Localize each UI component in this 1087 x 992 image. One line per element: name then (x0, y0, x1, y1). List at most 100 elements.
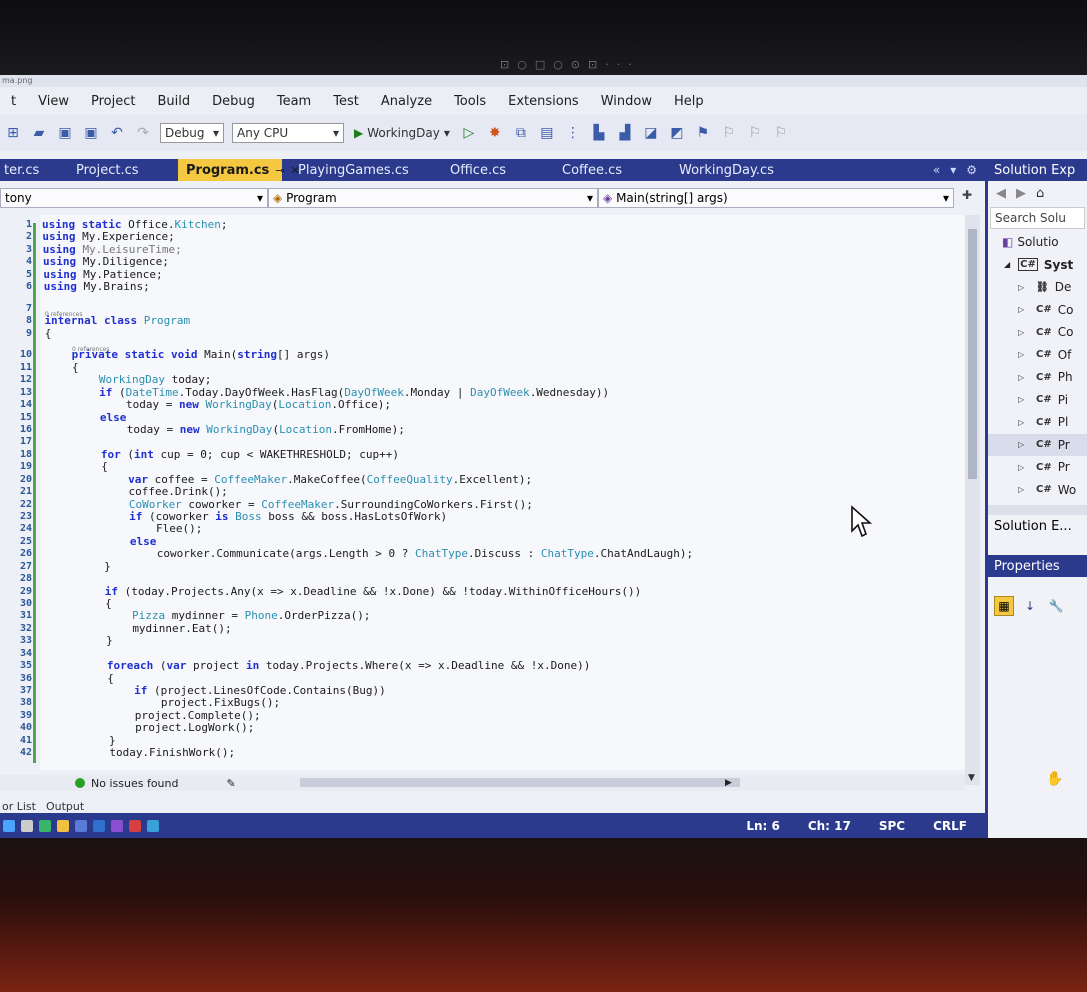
back-icon[interactable]: ◀ (996, 186, 1006, 201)
editor-vertical-scrollbar[interactable]: ▼ (965, 215, 980, 785)
tab-office[interactable]: Office.cs (434, 159, 546, 181)
search-icon[interactable] (21, 819, 33, 832)
forward-icon[interactable]: ▶ (1016, 186, 1026, 201)
line-number-status[interactable]: Ln: 6 (746, 819, 780, 833)
code-line[interactable]: if (DateTime.Today.DayOfWeek.HasFlag(Day… (46, 386, 609, 399)
code-line[interactable]: } (53, 634, 113, 647)
home-icon[interactable]: ⌂ (1036, 186, 1044, 201)
code-line[interactable]: if (today.Projects.Any(x => x.Deadline &… (52, 585, 641, 598)
code-line[interactable]: { (54, 672, 114, 685)
mail-icon[interactable] (93, 819, 105, 832)
collapsed-triangle-icon[interactable]: ▷ (1018, 283, 1028, 292)
next-bookmark-icon[interactable]: ⚐ (745, 125, 765, 141)
collapsed-triangle-icon[interactable]: ▷ (1018, 350, 1028, 359)
scroll-right-icon[interactable]: ▶ (725, 778, 732, 788)
comment-icon[interactable]: ◪ (641, 125, 661, 141)
save-icon[interactable]: ▣ (55, 125, 75, 141)
tree-item-project[interactable]: ◢ C# Syst (988, 254, 1087, 277)
editor-horizontal-scrollbar[interactable] (300, 778, 740, 787)
tab-error-list[interactable]: or List (2, 800, 36, 813)
code-line[interactable]: for (int cup = 0; cup < WAKETHRESHOLD; c… (48, 448, 399, 461)
menu-item-project[interactable]: Project (91, 94, 135, 109)
tree-item-file[interactable]: ▷ C# Wo (988, 479, 1087, 502)
menu-item-help[interactable]: Help (674, 94, 704, 109)
prev-bookmark-icon[interactable]: ⚐ (719, 125, 739, 141)
solution-search-input[interactable]: Search Solu (990, 207, 1085, 229)
terminal-icon[interactable] (147, 819, 159, 832)
new-project-icon[interactable]: ⊞ (3, 125, 23, 141)
line-ending-status[interactable]: CRLF (933, 819, 967, 833)
member-dropdown[interactable]: ◈ Main(string[] args) ▾ (598, 188, 954, 208)
scroll-down-icon[interactable]: ▼ (968, 773, 975, 783)
code-line[interactable]: CoWorker coworker = CoffeeMaker.Surround… (49, 498, 533, 511)
platform-select[interactable]: Any CPU ▾ (232, 123, 344, 143)
collapsed-triangle-icon[interactable]: ▷ (1018, 305, 1028, 314)
code-line[interactable]: { (52, 597, 112, 610)
code-line[interactable]: } (56, 734, 116, 747)
split-icon[interactable]: ✚ (962, 188, 972, 210)
code-line[interactable]: else (50, 535, 157, 548)
save-all-icon[interactable]: ▣ (81, 125, 101, 141)
code-line[interactable]: using static Office.Kitchen; (42, 218, 227, 231)
menu-item-tools[interactable]: Tools (454, 94, 486, 109)
menu-item-window[interactable]: Window (601, 94, 652, 109)
menu-item-test[interactable]: Test (333, 94, 359, 109)
tree-item-file[interactable]: ▷ C# Pi (988, 389, 1087, 412)
code-line[interactable]: project.LogWork(); (56, 721, 254, 734)
tab-project[interactable]: Project.cs (60, 159, 178, 181)
folder-icon[interactable] (57, 819, 69, 832)
collapsed-triangle-icon[interactable]: ▷ (1018, 440, 1028, 449)
tree-item-file[interactable]: ▷ C# Pr (988, 433, 1087, 456)
code-line[interactable]: using My.LeisureTime; (43, 243, 182, 256)
tree-item-file[interactable]: ▷ C# Co (988, 299, 1087, 322)
code-line[interactable]: { (46, 361, 79, 374)
column-status[interactable]: Ch: 17 (808, 819, 851, 833)
collapsed-triangle-icon[interactable]: ▷ (1018, 373, 1028, 382)
code-line[interactable]: project.FixBugs(); (55, 696, 280, 709)
code-line[interactable]: using My.Experience; (42, 230, 174, 243)
collapsed-triangle-icon[interactable]: ▷ (1018, 395, 1028, 404)
tab-output[interactable]: Output (46, 800, 84, 813)
code-lens-references[interactable]: 0 references (72, 346, 110, 353)
chart-icon[interactable]: ▙ (589, 125, 609, 141)
categorized-icon[interactable]: ▦ (994, 596, 1014, 616)
tab-workingday[interactable]: WorkingDay.cs (663, 159, 805, 181)
step-icon[interactable]: ⋮ (563, 125, 583, 141)
menu-item-file[interactable]: t (11, 94, 16, 109)
collapsed-triangle-icon[interactable]: ▷ (1018, 485, 1028, 494)
menu-item-analyze[interactable]: Analyze (381, 94, 432, 109)
code-line[interactable]: using My.Diligence; (43, 255, 169, 268)
tab-program[interactable]: Program.cs ⊸ ✕ (178, 159, 300, 181)
code-line[interactable]: Pizza mydinner = Phone.OrderPizza(); (53, 609, 370, 622)
tab-counter[interactable]: ter.cs (0, 159, 60, 181)
code-line[interactable]: else (47, 411, 127, 424)
issues-status[interactable]: No issues found (91, 777, 178, 790)
tree-item-file[interactable]: ▷ C# Pr (988, 456, 1087, 479)
code-line[interactable]: { (45, 327, 52, 340)
configuration-select[interactable]: Debug ▾ (160, 123, 224, 143)
project-dropdown[interactable]: tony ▾ (0, 188, 268, 208)
code-line[interactable]: today = new WorkingDay(Location.FromHome… (47, 423, 405, 436)
align-icon[interactable]: ▟ (615, 125, 635, 141)
tree-item-file[interactable]: ▷ ⛓ De (988, 276, 1087, 299)
code-lens-references[interactable]: 0 references (45, 311, 83, 318)
menu-item-team[interactable]: Team (277, 94, 311, 109)
open-folder-icon[interactable]: ▰ (29, 125, 49, 141)
redo-icon[interactable]: ↷ (133, 125, 153, 141)
class-dropdown[interactable]: ◈ Program ▾ (268, 188, 598, 208)
solution-explorer-hscroll[interactable] (988, 505, 1087, 515)
start-without-debugging-icon[interactable]: ▷ (459, 125, 479, 141)
indent-mode-status[interactable]: SPC (879, 819, 905, 833)
visual-studio-icon[interactable] (111, 819, 123, 832)
chevrons-left-icon[interactable]: « (933, 163, 940, 177)
code-line[interactable]: coworker.Communicate(args.Length > 0 ? C… (51, 547, 693, 560)
browser-icon[interactable] (39, 819, 51, 832)
code-line[interactable]: mydinner.Eat(); (53, 622, 231, 635)
windows-icon[interactable] (3, 819, 15, 832)
settings-icon[interactable]: ⚙ (966, 163, 977, 177)
scrollbar-thumb[interactable] (968, 229, 977, 479)
menu-item-build[interactable]: Build (157, 94, 190, 109)
code-line[interactable]: using My.Brains; (44, 280, 150, 293)
menu-item-view[interactable]: View (38, 94, 69, 109)
tree-item-file[interactable]: ▷ C# Pl (988, 411, 1087, 434)
